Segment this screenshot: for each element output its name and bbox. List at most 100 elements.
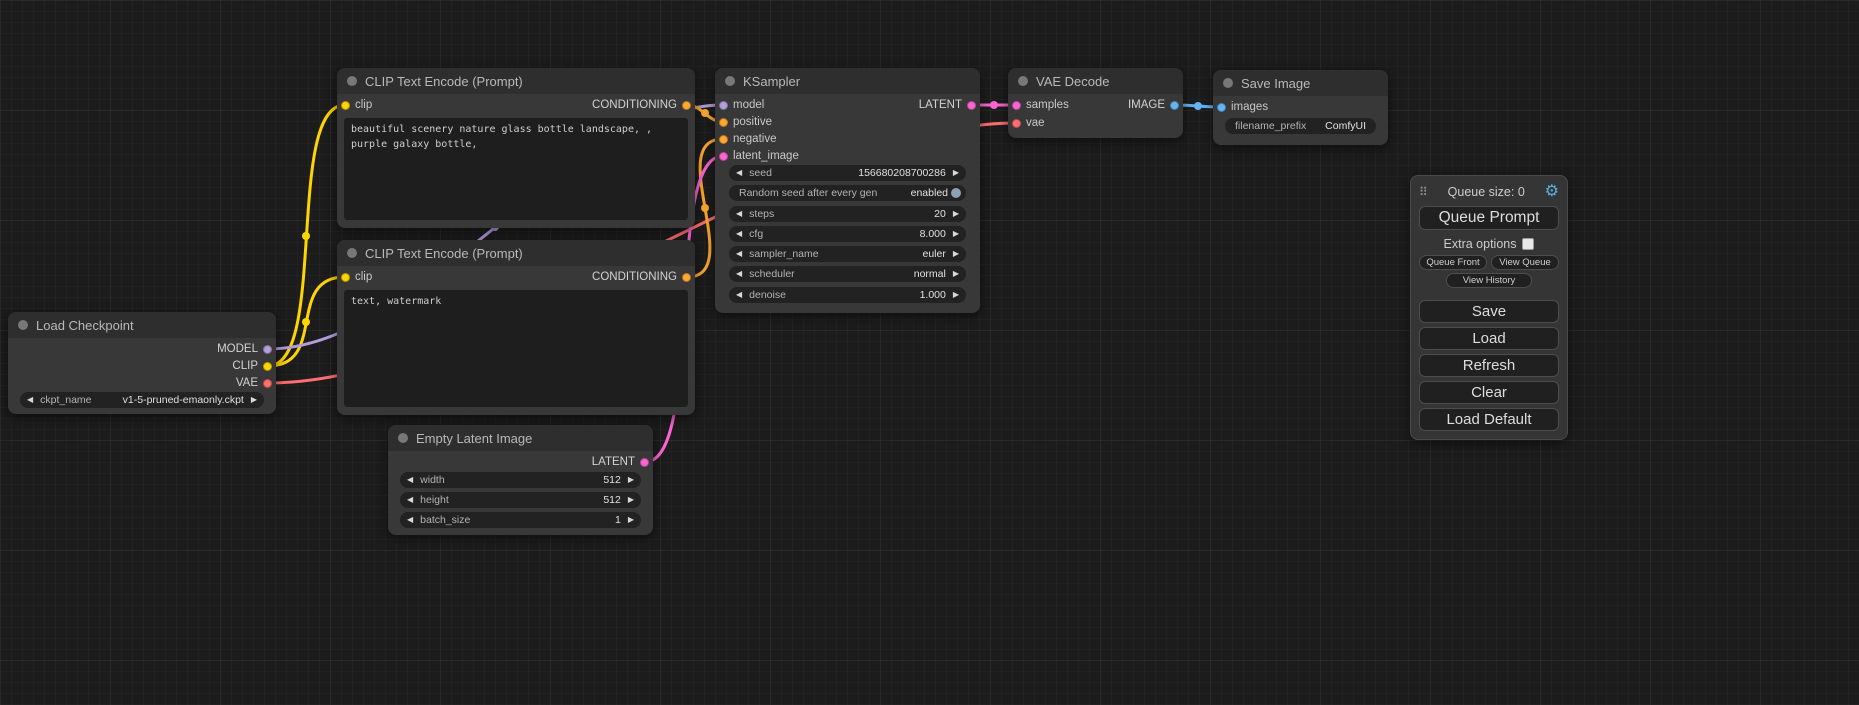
decrement-arrow-icon[interactable]: ◀ [407,496,413,504]
decrement-arrow-icon[interactable]: ◀ [27,396,33,404]
widget-cfg[interactable]: ◀ cfg 8.000 ▶ [729,226,966,242]
decrement-arrow-icon[interactable]: ◀ [736,210,742,218]
widget-random-seed-toggle[interactable]: Random seed after every gen enabled [729,185,966,201]
output-port-image[interactable]: IMAGE [1128,98,1179,112]
node-title-bar[interactable]: CLIP Text Encode (Prompt) [337,240,695,266]
collapse-dot-icon[interactable] [398,433,408,443]
widget-seed[interactable]: ◀ seed 156680208700286 ▶ [729,165,966,181]
prompt-textarea[interactable]: beautiful scenery nature glass bottle la… [344,118,688,220]
decrement-arrow-icon[interactable]: ◀ [736,270,742,278]
output-port-model[interactable]: MODEL [217,342,272,356]
collapse-dot-icon[interactable] [347,76,357,86]
input-port-images[interactable]: images [1217,100,1268,114]
output-port-latent[interactable]: LATENT [919,98,976,112]
output-port-vae[interactable]: VAE [236,376,272,390]
port-dot-conditioning[interactable] [719,118,728,127]
input-port-positive[interactable]: positive [719,115,772,129]
increment-arrow-icon[interactable]: ▶ [628,516,634,524]
port-dot-image[interactable] [1217,103,1226,112]
node-clip-text-encode-negative[interactable]: CLIP Text Encode (Prompt) clip CONDITION… [337,240,695,415]
decrement-arrow-icon[interactable]: ◀ [736,250,742,258]
load-button[interactable]: Load [1419,327,1559,350]
queue-prompt-button[interactable]: Queue Prompt [1419,206,1559,230]
increment-arrow-icon[interactable]: ▶ [953,250,959,258]
widget-batch-size[interactable]: ◀ batch_size 1 ▶ [400,512,641,528]
widget-ckpt-name[interactable]: ◀ ckpt_name v1-5-pruned-emaonly.ckpt ▶ [20,392,264,408]
output-port-conditioning[interactable]: CONDITIONING [592,270,691,284]
increment-arrow-icon[interactable]: ▶ [628,496,634,504]
node-title-bar[interactable]: KSampler [715,68,980,94]
port-dot-conditioning[interactable] [682,101,691,110]
input-port-clip[interactable]: clip [341,98,372,112]
increment-arrow-icon[interactable]: ▶ [251,396,257,404]
collapse-dot-icon[interactable] [1018,76,1028,86]
port-dot-clip[interactable] [341,101,350,110]
input-port-model[interactable]: model [719,98,764,112]
increment-arrow-icon[interactable]: ▶ [953,270,959,278]
node-clip-text-encode-positive[interactable]: CLIP Text Encode (Prompt) clip CONDITION… [337,68,695,228]
load-default-button[interactable]: Load Default [1419,408,1559,431]
extra-options-checkbox[interactable] [1522,238,1534,250]
increment-arrow-icon[interactable]: ▶ [953,291,959,299]
node-title-bar[interactable]: VAE Decode [1008,68,1183,94]
save-button[interactable]: Save [1419,300,1559,323]
port-dot-conditioning[interactable] [719,135,728,144]
port-dot-latent[interactable] [719,152,728,161]
collapse-dot-icon[interactable] [347,248,357,258]
node-ksampler[interactable]: KSampler model positive negative latent_… [715,68,980,313]
node-title-bar[interactable]: Load Checkpoint [8,312,276,338]
prompt-textarea[interactable]: text, watermark [344,290,688,407]
node-empty-latent-image[interactable]: Empty Latent Image LATENT ◀ width 512 ▶ … [388,425,653,535]
input-port-clip[interactable]: clip [341,270,372,284]
input-port-negative[interactable]: negative [719,132,776,146]
widget-width[interactable]: ◀ width 512 ▶ [400,472,641,488]
port-dot-latent[interactable] [1012,101,1021,110]
port-dot-latent[interactable] [967,101,976,110]
node-title-bar[interactable]: Empty Latent Image [388,425,653,451]
node-vae-decode[interactable]: VAE Decode samples IMAGE vae [1008,68,1183,138]
port-dot-latent[interactable] [640,458,649,467]
port-dot-clip[interactable] [341,273,350,282]
port-dot-image[interactable] [1170,101,1179,110]
toggle-dot-icon[interactable] [951,188,961,198]
port-dot-vae[interactable] [1012,119,1021,128]
widget-height[interactable]: ◀ height 512 ▶ [400,492,641,508]
increment-arrow-icon[interactable]: ▶ [953,210,959,218]
output-port-conditioning[interactable]: CONDITIONING [592,98,691,112]
port-dot-vae[interactable] [263,379,272,388]
widget-steps[interactable]: ◀ steps 20 ▶ [729,206,966,222]
port-dot-model[interactable] [719,101,728,110]
clear-button[interactable]: Clear [1419,381,1559,404]
node-save-image[interactable]: Save Image images filename_prefix ComfyU… [1213,70,1388,145]
collapse-dot-icon[interactable] [18,320,28,330]
node-title-bar[interactable]: Save Image [1213,70,1388,96]
widget-denoise[interactable]: ◀ denoise 1.000 ▶ [729,287,966,303]
input-port-vae[interactable]: vae [1012,116,1045,130]
input-port-latent-image[interactable]: latent_image [719,149,799,163]
decrement-arrow-icon[interactable]: ◀ [407,516,413,524]
port-dot-clip[interactable] [263,362,272,371]
widget-sampler-name[interactable]: ◀ sampler_name euler ▶ [729,246,966,262]
decrement-arrow-icon[interactable]: ◀ [407,476,413,484]
refresh-button[interactable]: Refresh [1419,354,1559,377]
output-port-clip[interactable]: CLIP [232,359,272,373]
port-dot-conditioning[interactable] [682,273,691,282]
collapse-dot-icon[interactable] [1223,78,1233,88]
node-load-checkpoint[interactable]: Load Checkpoint MODEL CLIP VAE ◀ ckpt_na… [8,312,276,414]
view-history-button[interactable]: View History [1446,273,1532,288]
output-port-latent[interactable]: LATENT [592,455,649,469]
settings-gear-icon[interactable]: ⚙ [1545,184,1559,200]
decrement-arrow-icon[interactable]: ◀ [736,169,742,177]
increment-arrow-icon[interactable]: ▶ [953,230,959,238]
drag-handle-icon[interactable]: ⠿ [1419,185,1428,199]
collapse-dot-icon[interactable] [725,76,735,86]
widget-scheduler[interactable]: ◀ scheduler normal ▶ [729,266,966,282]
decrement-arrow-icon[interactable]: ◀ [736,230,742,238]
increment-arrow-icon[interactable]: ▶ [953,169,959,177]
decrement-arrow-icon[interactable]: ◀ [736,291,742,299]
port-dot-model[interactable] [263,345,272,354]
view-queue-button[interactable]: View Queue [1491,255,1559,270]
widget-filename-prefix[interactable]: filename_prefix ComfyUI [1225,118,1376,134]
increment-arrow-icon[interactable]: ▶ [628,476,634,484]
input-port-samples[interactable]: samples [1012,98,1069,112]
